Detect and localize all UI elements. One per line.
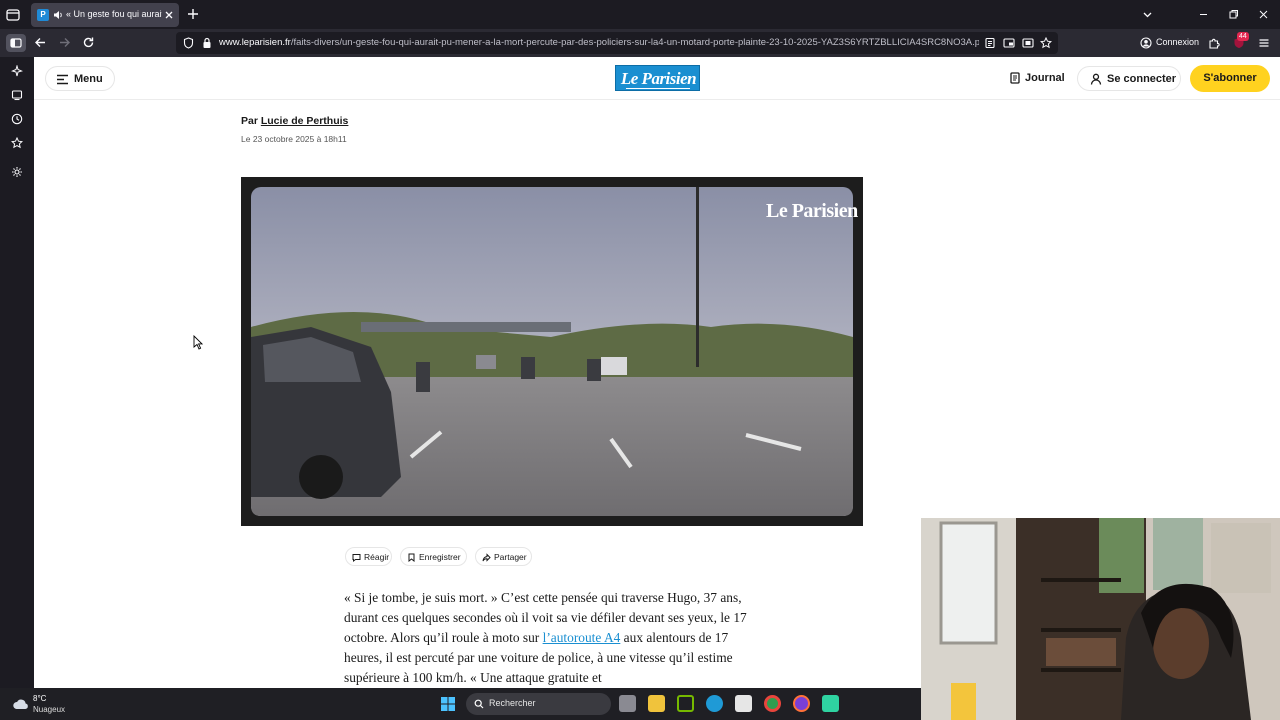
journal-label: Journal — [1025, 72, 1065, 84]
author-link[interactable]: Lucie de Perthuis — [261, 115, 349, 127]
bookmark-star-icon[interactable] — [1040, 37, 1052, 49]
byline-prefix: Par — [241, 115, 258, 127]
tab-favicon-icon: P — [37, 9, 49, 21]
search-placeholder: Rechercher — [489, 698, 536, 708]
sidebar-toggle-button[interactable] — [6, 34, 26, 52]
bookmark-icon — [408, 553, 415, 562]
reader-view-icon[interactable] — [984, 37, 996, 49]
article-video[interactable]: Le Parisien — [241, 177, 863, 526]
connexion-label: Connexion — [1156, 37, 1200, 47]
bookmarks-icon[interactable] — [11, 137, 23, 149]
tab-list-icon[interactable] — [5, 7, 21, 23]
browser-toolbar: www.leparisien.fr/faits-divers/un-geste-… — [0, 29, 1280, 57]
autoroute-a4-link[interactable]: l’autoroute A4 — [543, 630, 621, 645]
menu-label: Menu — [74, 73, 103, 85]
share-icon — [482, 553, 491, 562]
edge-icon[interactable] — [706, 695, 723, 712]
browser-tab-strip: P « Un geste fou qui aurait pu mener à l… — [0, 0, 1280, 29]
firefox-icon[interactable] — [793, 695, 810, 712]
app-icon[interactable] — [822, 695, 839, 712]
minimize-icon[interactable] — [1198, 9, 1209, 20]
browser-sidebar — [0, 57, 34, 688]
tab-title: « Un geste fou qui aurait pu mener à la … — [66, 9, 162, 19]
hamburger-menu-icon[interactable] — [1258, 37, 1270, 49]
menu-icon — [57, 74, 68, 85]
task-view-icon[interactable] — [619, 695, 636, 712]
connect-label: Se connecter — [1107, 73, 1177, 85]
share-label: Partager — [494, 552, 527, 562]
webcam-overlay — [921, 518, 1280, 720]
settings-gear-icon[interactable] — [11, 166, 23, 178]
video-watermark: Le Parisien — [766, 200, 858, 222]
weather-temperature: 8°C — [33, 694, 47, 703]
subscribe-label: S'abonner — [1203, 72, 1257, 84]
extension-badge: 44 — [1237, 32, 1249, 41]
close-window-icon[interactable] — [1258, 9, 1269, 20]
store-icon[interactable] — [735, 695, 752, 712]
share-button[interactable]: Partager — [475, 547, 532, 566]
connect-button[interactable]: Se connecter — [1077, 66, 1181, 91]
url-path: /faits-divers/un-geste-fou-qui-aurait-pu… — [290, 37, 979, 48]
weather-description: Nuageux — [33, 705, 66, 714]
speaker-icon[interactable] — [53, 10, 63, 20]
picture-in-picture-icon[interactable] — [1003, 37, 1015, 49]
cloud-icon — [13, 699, 28, 709]
extensions-icon[interactable] — [1208, 37, 1220, 49]
react-button[interactable]: Réagir — [345, 547, 392, 566]
url-domain: www.leparisien.fr — [219, 37, 291, 48]
windows-start-icon[interactable] — [440, 696, 456, 712]
synced-tabs-icon[interactable] — [11, 89, 23, 101]
user-icon — [1090, 73, 1102, 85]
site-logo[interactable]: Le Parisien — [615, 65, 700, 91]
chrome-icon[interactable] — [764, 695, 781, 712]
publish-date: Le 23 octobre 2025 à 18h11 — [241, 134, 347, 144]
history-icon[interactable] — [11, 113, 23, 125]
comment-icon — [352, 554, 361, 562]
restore-icon[interactable] — [1228, 9, 1239, 20]
ai-chatbot-icon[interactable] — [11, 65, 23, 77]
save-button[interactable]: Enregistrer — [400, 547, 467, 566]
reload-icon[interactable] — [82, 36, 95, 49]
subscribe-button[interactable]: S'abonner — [1190, 65, 1270, 92]
article-paragraph: « Si je tombe, je suis mort. » C’est cet… — [344, 588, 754, 688]
search-icon — [474, 699, 484, 709]
menu-button[interactable]: Menu — [45, 66, 115, 91]
address-bar[interactable]: www.leparisien.fr/faits-divers/un-geste-… — [176, 32, 1058, 54]
video-frame-image — [241, 177, 863, 526]
back-icon[interactable] — [34, 36, 47, 49]
forward-icon[interactable] — [58, 36, 71, 49]
close-tab-icon[interactable] — [164, 10, 174, 20]
newspaper-icon — [1010, 72, 1020, 84]
save-label: Enregistrer — [419, 552, 461, 562]
logo-text: Le Parisien — [620, 69, 697, 88]
lock-icon[interactable] — [202, 37, 212, 49]
url-text[interactable]: www.leparisien.fr/faits-divers/un-geste-… — [219, 37, 979, 50]
file-explorer-icon[interactable] — [648, 695, 665, 712]
react-label: Réagir — [364, 552, 390, 562]
tracking-protection-icon[interactable] — [183, 37, 194, 49]
nvidia-icon[interactable] — [677, 695, 694, 712]
active-tab[interactable]: P « Un geste fou qui aurait pu mener à l… — [31, 3, 179, 27]
sidebar-icon — [10, 38, 22, 48]
account-icon — [1140, 37, 1152, 49]
logo-underline — [626, 88, 690, 89]
site-header: Menu Le Parisien Journal Se connecter S'… — [34, 57, 1280, 100]
windows-taskbar: 8°C Nuageux Rechercher — [0, 688, 921, 720]
mouse-cursor-icon — [193, 335, 203, 350]
chevron-down-icon[interactable] — [1142, 9, 1153, 20]
screenshot-icon[interactable] — [1022, 37, 1034, 49]
taskbar-search[interactable]: Rechercher — [466, 693, 611, 715]
byline: Par Lucie de Perthuis — [241, 115, 348, 127]
webcam-feed-image — [921, 518, 1280, 720]
new-tab-icon[interactable] — [187, 8, 199, 20]
